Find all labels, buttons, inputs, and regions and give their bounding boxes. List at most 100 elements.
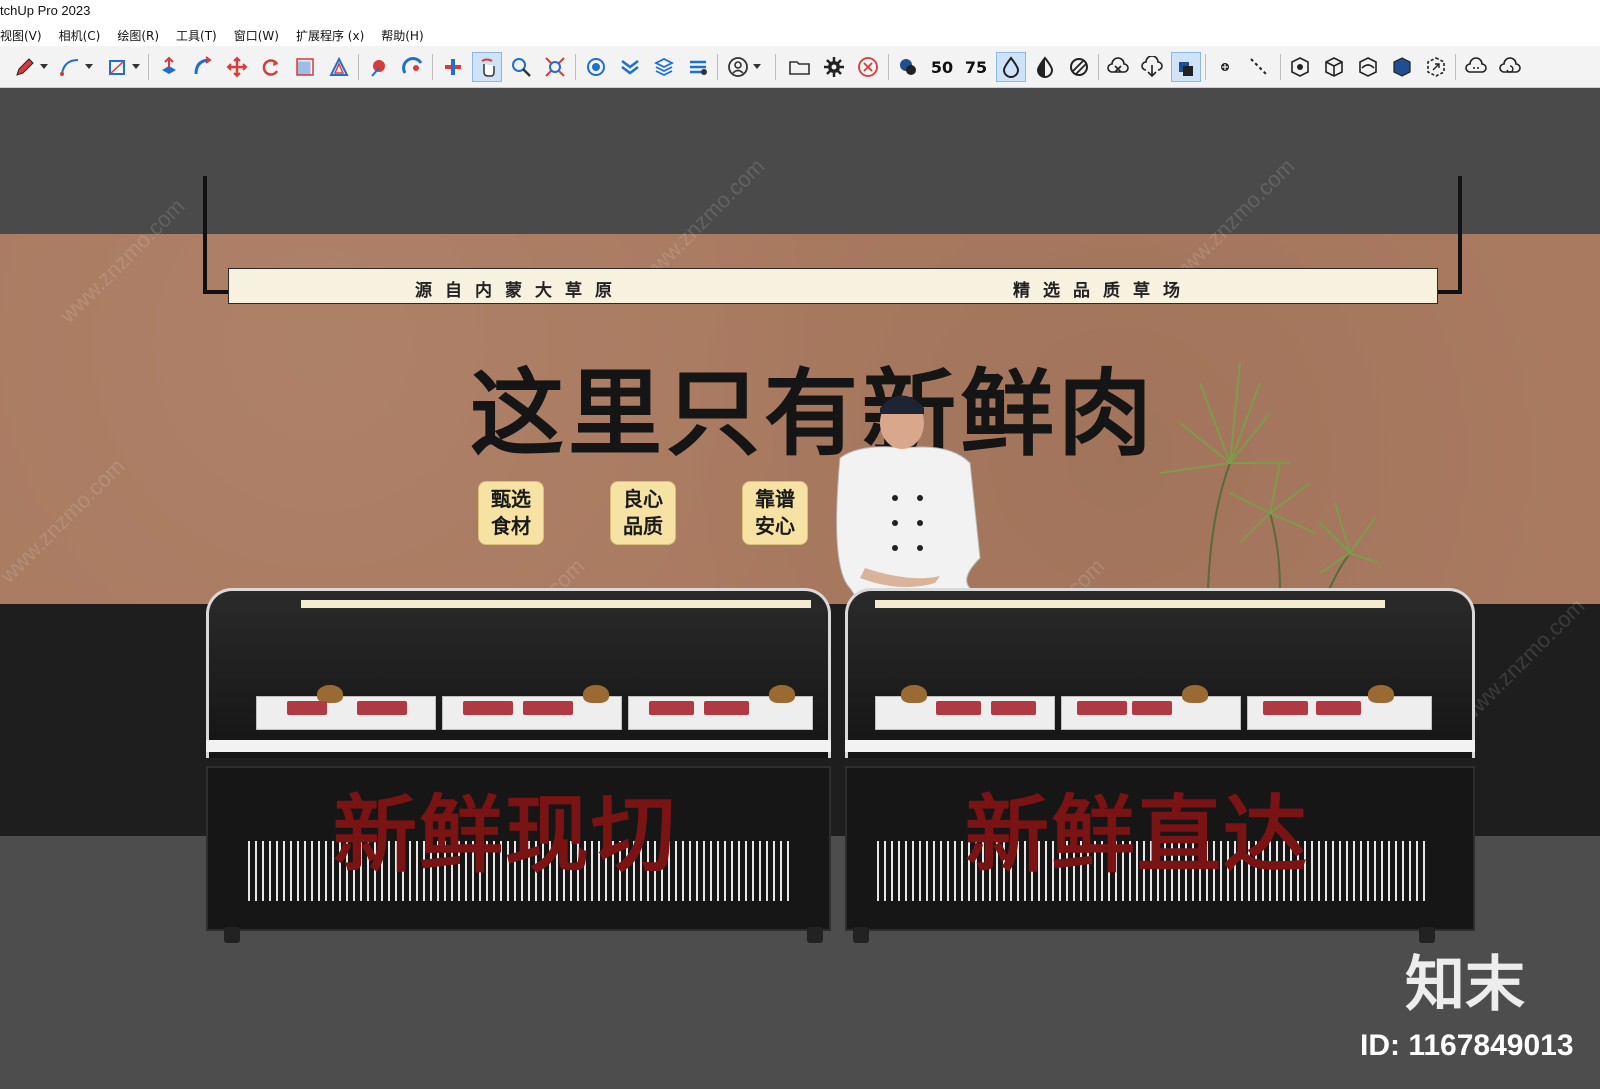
menu-window[interactable]: 窗口(W) <box>234 27 279 44</box>
meat-cut <box>649 701 694 715</box>
section-plane-icon[interactable] <box>438 52 468 82</box>
roast-chicken <box>1368 685 1394 703</box>
feature-badge: 靠谱 安心 <box>742 481 808 545</box>
model-viewport[interactable]: www.znzmo.com www.znzmo.com www.znzmo.co… <box>0 88 1600 1089</box>
hanging-rod-left-foot <box>203 290 229 294</box>
roast-chicken <box>901 685 927 703</box>
feature-badge: 甄选 食材 <box>478 481 544 545</box>
counter-label-right: 新鲜直达 <box>965 786 1310 884</box>
site-logo: 知末 <box>1405 950 1525 1020</box>
box-outline-icon[interactable] <box>1319 52 1349 82</box>
meat-tray <box>628 685 813 730</box>
cancel-icon[interactable] <box>853 52 883 82</box>
box-filled-icon[interactable] <box>1387 52 1417 82</box>
layer-stack-icon[interactable] <box>893 52 923 82</box>
hanging-rod-right <box>1458 176 1462 294</box>
badge-line: 甄选 <box>491 487 531 511</box>
meat-cut <box>1316 701 1361 715</box>
meat-cut <box>523 701 573 715</box>
stat-50-icon[interactable]: 50 <box>927 52 957 82</box>
meat-tray <box>1247 685 1432 730</box>
box-top-icon[interactable] <box>1353 52 1383 82</box>
offset-icon[interactable] <box>324 52 354 82</box>
scale-icon[interactable] <box>290 52 320 82</box>
tape-measure-icon[interactable] <box>364 52 394 82</box>
point-icon[interactable] <box>1210 52 1240 82</box>
dashed-line-icon[interactable] <box>1244 52 1274 82</box>
roast-chicken <box>769 685 795 703</box>
cloud-x-icon[interactable] <box>1103 52 1133 82</box>
layers-icon[interactable] <box>649 52 679 82</box>
counter-label-left: 新鲜现切 <box>333 786 678 884</box>
meat-tray <box>256 685 436 730</box>
meat-cut <box>1077 701 1127 715</box>
box-gear-icon[interactable] <box>1285 52 1315 82</box>
move-icon[interactable] <box>222 52 252 82</box>
window-title: tchUp Pro 2023 <box>0 3 91 18</box>
half-drop-icon[interactable] <box>1030 52 1060 82</box>
meat-cut <box>357 701 407 715</box>
materials-icon[interactable] <box>615 52 645 82</box>
open-folder-icon[interactable] <box>785 52 815 82</box>
meat-cut <box>287 701 327 715</box>
counter-shelf <box>845 740 1475 752</box>
badge-line: 品质 <box>623 514 663 538</box>
protractor-icon[interactable] <box>398 52 428 82</box>
roast-chicken <box>1182 685 1208 703</box>
stat-75-label: 75 <box>964 57 988 77</box>
counter-shelf <box>206 740 831 752</box>
image-id-label: ID: 1167849013 <box>1360 1029 1574 1062</box>
sign-text-right: 精选品质草场 <box>1013 281 1193 301</box>
stat-50-label: 50 <box>930 57 954 77</box>
cloud-sync-icon[interactable] <box>1461 52 1491 82</box>
meat-cut <box>991 701 1036 715</box>
meat-cut <box>704 701 749 715</box>
rectangle-icon[interactable] <box>102 52 140 82</box>
cloud-stack-icon[interactable] <box>1171 52 1201 82</box>
feature-badge: 良心 品质 <box>610 481 676 545</box>
arc-icon[interactable] <box>55 52 93 82</box>
meat-tray <box>442 685 622 730</box>
zoom-extents-icon[interactable] <box>540 52 570 82</box>
meat-trays <box>875 685 1435 730</box>
drop-icon[interactable] <box>996 52 1026 82</box>
meat-cut <box>1132 701 1172 715</box>
sign-text-left: 源自内蒙大草原 <box>415 281 625 301</box>
case-light <box>301 600 811 608</box>
cloud-download-icon[interactable] <box>1137 52 1167 82</box>
menu-tools[interactable]: 工具(T) <box>176 27 217 44</box>
push-pull-icon[interactable] <box>154 52 184 82</box>
counter-base: 新鲜现切 <box>206 766 831 931</box>
glass-case <box>206 588 831 758</box>
meat-tray <box>1061 685 1241 730</box>
pencil-icon[interactable] <box>10 52 48 82</box>
caster-wheel <box>853 927 869 943</box>
hanging-sign-bar: 源自内蒙大草原 精选品质草场 <box>228 268 1438 304</box>
meat-tray <box>875 685 1055 730</box>
menu-help[interactable]: 帮助(H) <box>381 27 423 44</box>
styles-icon[interactable] <box>683 52 713 82</box>
zoom-icon[interactable] <box>506 52 536 82</box>
box-arrow-icon[interactable] <box>1421 52 1451 82</box>
stat-75-icon[interactable]: 75 <box>961 52 991 82</box>
menu-camera[interactable]: 相机(C) <box>59 27 101 44</box>
rotate-icon[interactable] <box>256 52 286 82</box>
striped-drop-icon[interactable] <box>1064 52 1094 82</box>
display-counter-right: 新鲜直达 <box>845 588 1475 943</box>
menu-draw[interactable]: 绘图(R) <box>117 27 159 44</box>
badge-line: 靠谱 <box>755 487 795 511</box>
wall-headline: 这里只有新鲜肉 <box>470 360 1157 469</box>
account-icon[interactable] <box>723 52 761 82</box>
meat-cut <box>1263 701 1308 715</box>
cloud-refresh-icon[interactable] <box>1495 52 1525 82</box>
follow-me-icon[interactable] <box>188 52 218 82</box>
menu-view[interactable]: 视图(V) <box>0 27 42 44</box>
badge-line: 食材 <box>491 514 531 538</box>
settings-icon[interactable] <box>819 52 849 82</box>
hanging-rod-right-foot <box>1436 290 1462 294</box>
display-counter-left: 新鲜现切 <box>206 588 831 943</box>
components-icon[interactable] <box>581 52 611 82</box>
menu-extensions[interactable]: 扩展程序 (x) <box>296 27 364 44</box>
meat-cut <box>463 701 513 715</box>
orbit-icon[interactable] <box>472 52 502 82</box>
